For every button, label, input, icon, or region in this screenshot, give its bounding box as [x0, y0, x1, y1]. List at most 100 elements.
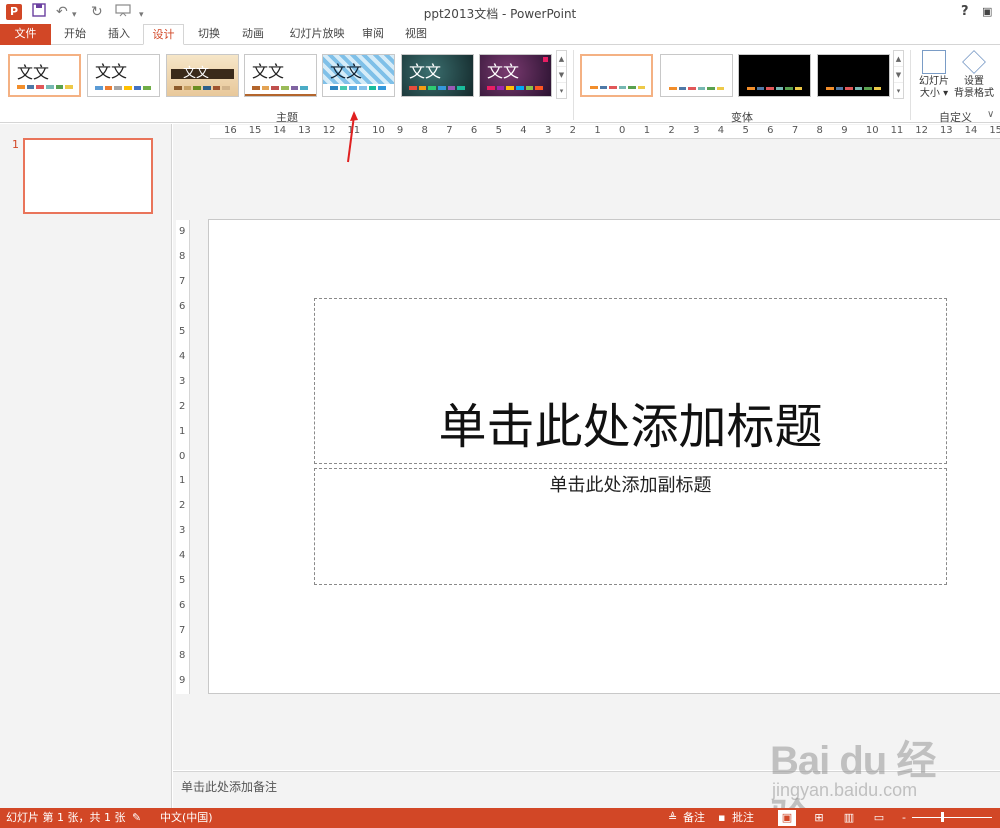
ruler-tick-label: 8	[179, 250, 186, 262]
slide-thumbnail[interactable]	[23, 138, 153, 214]
tab-animations[interactable]: 动画	[235, 24, 271, 45]
theme-color-bar	[17, 85, 74, 89]
variant-color-swatch	[747, 87, 755, 90]
ruler-tick-label: 1	[179, 425, 186, 437]
group-divider	[910, 50, 911, 120]
variant-1[interactable]	[580, 54, 653, 97]
variant-color-bar	[747, 87, 802, 90]
theme-color-swatch	[203, 86, 211, 90]
vertical-ruler: 9 8 7 6 5 4 3 2 1 0 1 2 3 4 5 6 7 8 9	[176, 220, 190, 694]
tab-design[interactable]: 设计	[143, 24, 184, 45]
ruler-tick-label: 11	[890, 125, 904, 136]
tab-home[interactable]: 开始	[57, 24, 93, 45]
help-button[interactable]: ?	[961, 3, 969, 21]
theme-gallery-scroll[interactable]: ▲ ▼ ▾	[556, 50, 567, 99]
tab-transitions[interactable]: 切换	[191, 24, 227, 45]
theme-color-swatch	[183, 86, 192, 90]
theme-color-bar	[252, 86, 309, 90]
zoom-out-button[interactable]: -	[902, 811, 906, 825]
ruler-tick-label: 0	[619, 125, 626, 136]
theme-ion[interactable]: 文文	[401, 54, 474, 97]
ruler-tick-label: 12	[322, 125, 336, 136]
zoom-slider-thumb[interactable]	[941, 812, 944, 822]
annotation-arrow-icon	[347, 111, 358, 163]
variant-color-swatch	[845, 87, 853, 90]
collapse-ribbon-icon[interactable]: ∨	[987, 109, 994, 120]
language-status[interactable]: 中文(中国)	[160, 811, 213, 825]
notes-icon[interactable]: ≜	[668, 811, 677, 825]
format-background-button[interactable]: 设置 背景格式	[952, 50, 996, 100]
subtitle-placeholder[interactable]: 单击此处添加副标题	[314, 468, 947, 585]
ribbon-display-options-icon[interactable]: ▣	[982, 3, 992, 21]
ruler-tick-label: 3	[179, 525, 186, 537]
scroll-down-icon[interactable]: ▼	[894, 67, 903, 83]
spell-check-icon[interactable]: ✎	[132, 811, 141, 825]
ruler-tick-label: 7	[446, 125, 453, 136]
variant-color-swatch	[688, 87, 696, 90]
slide-canvas[interactable]: 单击此处添加标题 单击此处添加副标题	[208, 219, 1000, 694]
tab-insert[interactable]: 插入	[101, 24, 137, 45]
variant-color-swatch	[835, 87, 843, 90]
ruler-tick-label: 13	[298, 125, 311, 136]
slide-count-status[interactable]: 幻灯片 第 1 张，共 1 张	[6, 811, 125, 825]
reading-view-button[interactable]: ▥	[840, 810, 858, 826]
variant-color-swatch	[678, 87, 686, 90]
ruler-tick-label: 1	[179, 475, 186, 487]
gallery-more-icon[interactable]: ▾	[894, 83, 903, 99]
notes-pane[interactable]: 单击此处添加备注	[173, 771, 1000, 808]
scroll-up-icon[interactable]: ▲	[557, 51, 566, 67]
variant-4[interactable]	[817, 54, 890, 97]
title-placeholder[interactable]: 单击此处添加标题	[314, 298, 947, 464]
variant-color-swatch	[590, 86, 598, 89]
theme-color-swatch	[174, 86, 182, 90]
theme-office[interactable]: 文文	[8, 54, 81, 97]
theme-color-swatch	[55, 85, 64, 89]
theme-accent-square	[543, 57, 548, 62]
ruler-tick-label: 5	[742, 125, 749, 136]
theme-color-swatch	[349, 86, 358, 90]
tab-slideshow[interactable]: 幻灯片放映	[282, 24, 352, 45]
notes-button[interactable]: 备注	[683, 811, 705, 825]
theme-ion-boardroom[interactable]: 文文	[479, 54, 552, 97]
scroll-up-icon[interactable]: ▲	[894, 51, 903, 67]
ruler-tick-label: 0	[179, 450, 186, 462]
theme-color-bar	[409, 86, 466, 90]
format-background-icon	[962, 50, 986, 74]
comments-button[interactable]: 批注	[732, 811, 754, 825]
scroll-down-icon[interactable]: ▼	[557, 67, 566, 83]
theme-office-2[interactable]: 文文	[87, 54, 160, 97]
theme-retrospect[interactable]: 文文	[244, 54, 317, 97]
theme-sample-text: 文文	[487, 62, 520, 81]
theme-sample-text: 文文	[252, 62, 285, 81]
variant-gallery-scroll[interactable]: ▲ ▼ ▾	[893, 50, 904, 99]
variant-color-swatch	[794, 87, 802, 90]
ruler-tick-label: 6	[470, 125, 478, 136]
tab-file[interactable]: 文件	[0, 24, 51, 45]
slide-size-button[interactable]: 幻灯片 大小 ▾	[915, 50, 953, 100]
variant-color-swatch	[669, 87, 677, 90]
theme-color-swatch	[212, 86, 221, 90]
title-placeholder-text: 单击此处添加标题	[438, 399, 823, 455]
theme-pattern[interactable]: 文文	[322, 54, 395, 97]
variant-2[interactable]	[660, 54, 733, 97]
variant-color-bar	[826, 87, 881, 90]
normal-view-button[interactable]: ▣	[778, 810, 796, 826]
theme-underline	[245, 94, 316, 96]
group-divider	[573, 50, 574, 120]
theme-color-swatch	[447, 86, 456, 90]
comments-icon[interactable]: ▪	[718, 811, 725, 825]
ruler-tick-label: 8	[179, 650, 186, 662]
tab-view[interactable]: 视图	[398, 24, 434, 45]
theme-color-swatch	[300, 86, 309, 90]
ruler-tick-label: 4	[717, 125, 725, 136]
theme-color-swatch	[261, 86, 270, 90]
slide-sorter-view-button[interactable]: ⊞	[810, 810, 828, 826]
theme-wood[interactable]: 文文	[166, 54, 239, 97]
gallery-more-icon[interactable]: ▾	[557, 83, 566, 99]
tab-review[interactable]: 审阅	[356, 24, 390, 45]
variant-3[interactable]	[738, 54, 811, 97]
variant-color-swatch	[864, 87, 872, 90]
theme-sample-text: 文文	[409, 62, 442, 81]
zoom-slider-track[interactable]	[912, 817, 992, 818]
slideshow-view-button[interactable]: ▭	[870, 810, 888, 826]
